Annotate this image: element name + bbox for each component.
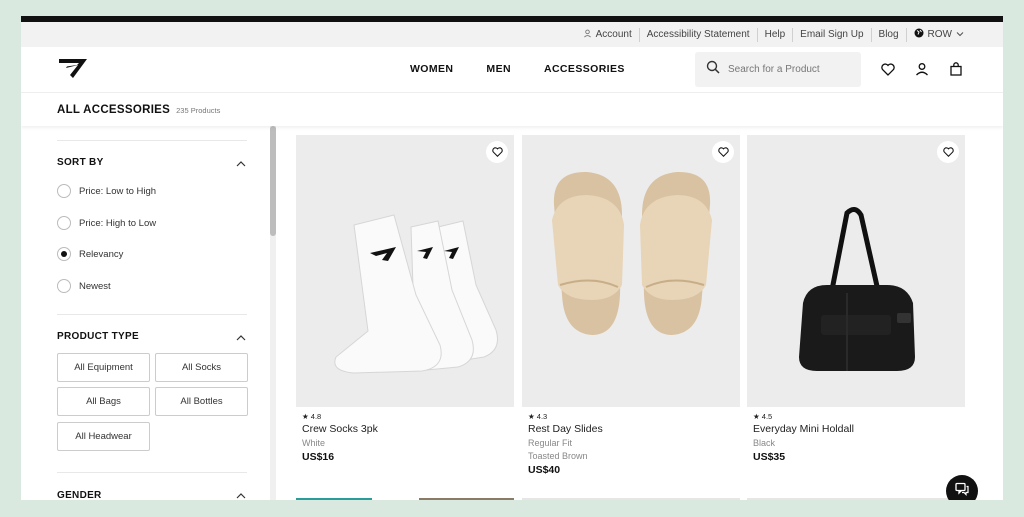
wishlist-heart-icon[interactable] xyxy=(486,141,508,163)
next-row-image-edge xyxy=(522,498,740,500)
radio-button[interactable] xyxy=(57,279,71,293)
blog-link[interactable]: Blog xyxy=(870,27,906,42)
sidebar-scrollbar-thumb[interactable] xyxy=(270,126,276,236)
browser-frame: Account Accessibility Statement Help Ema… xyxy=(21,16,1003,500)
divider xyxy=(57,472,247,473)
sort-option-price-low-high[interactable]: Price: Low to High xyxy=(57,184,156,198)
accessibility-label: Accessibility Statement xyxy=(646,29,750,40)
page-title-bar: ALL ACCESSORIES 235 Products xyxy=(21,93,1003,126)
accessibility-link[interactable]: Accessibility Statement xyxy=(638,27,757,42)
main-header: WOMEN MEN ACCESSORIES xyxy=(21,47,1003,93)
chip-all-bottles[interactable]: All Bottles xyxy=(155,387,248,416)
divider xyxy=(57,314,247,315)
product-name[interactable]: Crew Socks 3pk xyxy=(302,423,514,435)
account-link[interactable]: Account xyxy=(576,28,639,42)
sort-option-label: Relevancy xyxy=(79,248,124,260)
product-image-socks[interactable] xyxy=(296,135,514,407)
product-price: US$40 xyxy=(528,464,561,476)
chip-all-bags[interactable]: All Bags xyxy=(57,387,150,416)
chevron-up-icon[interactable] xyxy=(235,489,247,500)
next-row-image-edge xyxy=(747,498,965,500)
user-icon xyxy=(583,29,592,40)
radio-button[interactable] xyxy=(57,216,71,230)
product-card[interactable]: ★ 4.8 Crew Socks 3pk White US$16 xyxy=(296,135,514,463)
divider xyxy=(57,140,247,141)
heart-icon[interactable] xyxy=(879,60,897,78)
help-label: Help xyxy=(764,29,786,40)
region-label: ROW xyxy=(927,29,952,40)
wishlist-heart-icon[interactable] xyxy=(937,141,959,163)
utility-bar: Account Accessibility Statement Help Ema… xyxy=(21,22,1003,47)
account-icon[interactable] xyxy=(913,60,931,78)
product-rating: ★ 4.3 xyxy=(528,412,548,421)
radio-button[interactable] xyxy=(57,184,71,198)
chip-all-equipment[interactable]: All Equipment xyxy=(57,353,150,382)
nav-men[interactable]: MEN xyxy=(486,63,511,75)
search-box xyxy=(695,52,861,87)
account-label: Account xyxy=(595,29,632,40)
product-price: US$35 xyxy=(753,451,786,463)
chip-all-socks[interactable]: All Socks xyxy=(155,353,248,382)
next-row-image-edge xyxy=(419,498,514,500)
brand-logo[interactable] xyxy=(57,56,89,80)
product-card[interactable]: ★ 4.3 Rest Day Slides Regular Fit Toaste… xyxy=(522,135,740,476)
chat-icon xyxy=(955,482,969,501)
product-rating: ★ 4.5 xyxy=(753,412,773,421)
chevron-up-icon[interactable] xyxy=(235,157,247,169)
search-input[interactable] xyxy=(728,64,848,75)
bag-icon[interactable] xyxy=(947,60,965,78)
product-count: 235 Products xyxy=(176,106,221,115)
email-signup-label: Email Sign Up xyxy=(800,29,864,40)
product-rating: ★ 4.8 xyxy=(302,412,322,421)
chat-button[interactable] xyxy=(946,475,978,500)
chip-all-headwear[interactable]: All Headwear xyxy=(57,422,150,451)
page-title: ALL ACCESSORIES xyxy=(57,103,171,116)
product-card[interactable]: ★ 4.5 Everyday Mini Holdall Black US$35 xyxy=(747,135,965,463)
wishlist-heart-icon[interactable] xyxy=(712,141,734,163)
product-color: White xyxy=(302,438,326,448)
region-selector[interactable]: ROW xyxy=(905,27,971,42)
next-row-image-edge xyxy=(296,498,372,500)
filter-sidebar: SORT BY Price: Low to High Price: High t… xyxy=(21,126,279,500)
product-color: Black xyxy=(753,438,776,448)
gender-title[interactable]: GENDER xyxy=(57,490,102,500)
product-type-title[interactable]: PRODUCT TYPE xyxy=(57,331,139,342)
sort-option-label: Price: Low to High xyxy=(79,185,157,197)
chevron-down-icon xyxy=(956,29,964,40)
product-grid: ★ 4.8 Crew Socks 3pk White US$16 ★ 4.3 R… xyxy=(279,126,1003,500)
sort-option-price-high-low[interactable]: Price: High to Low xyxy=(57,216,156,230)
sort-option-newest[interactable]: Newest xyxy=(57,279,111,293)
product-image-holdall[interactable] xyxy=(747,135,965,407)
radio-button-selected[interactable] xyxy=(57,247,71,261)
product-image-slides[interactable] xyxy=(522,135,740,407)
main-nav: WOMEN MEN ACCESSORIES xyxy=(410,63,625,75)
sort-option-relevancy[interactable]: Relevancy xyxy=(57,247,123,261)
product-color: Toasted Brown xyxy=(528,451,588,461)
product-price: US$16 xyxy=(302,451,335,463)
search-icon[interactable] xyxy=(706,60,720,79)
help-link[interactable]: Help xyxy=(756,27,793,42)
blog-label: Blog xyxy=(878,29,899,40)
nav-women[interactable]: WOMEN xyxy=(410,63,453,75)
globe-icon xyxy=(914,28,924,41)
product-name[interactable]: Everyday Mini Holdall xyxy=(753,423,965,435)
product-fit: Regular Fit xyxy=(528,438,573,448)
chevron-up-icon[interactable] xyxy=(235,331,247,343)
email-signup-link[interactable]: Email Sign Up xyxy=(792,27,870,42)
nav-accessories[interactable]: ACCESSORIES xyxy=(544,63,625,75)
header-icons xyxy=(879,60,965,78)
sort-option-label: Price: High to Low xyxy=(79,217,157,229)
product-name[interactable]: Rest Day Slides xyxy=(528,423,740,435)
sort-option-label: Newest xyxy=(79,280,111,292)
sort-by-title[interactable]: SORT BY xyxy=(57,157,104,168)
